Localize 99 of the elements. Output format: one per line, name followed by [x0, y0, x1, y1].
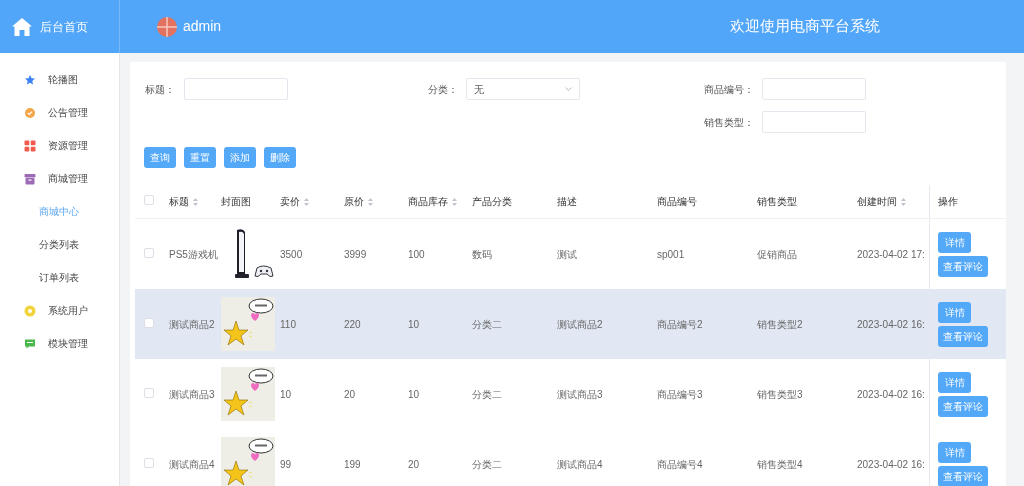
column-header: 商品编号 — [657, 195, 697, 209]
sidebar-item[interactable]: 资源管理 — [0, 129, 119, 162]
sort-icon[interactable] — [901, 197, 906, 206]
table-cell-text: 3500 — [280, 247, 303, 262]
table-cell-text: 销售类型2 — [757, 317, 803, 332]
reviews-button[interactable]: 查看评论 — [938, 325, 988, 347]
table-cell-text: 分类二 — [472, 387, 502, 402]
grid-icon — [24, 139, 36, 152]
table-cell-text: 分类二 — [472, 457, 502, 472]
table-cell-text: 110 — [280, 317, 296, 332]
column-header: 销售类型 — [757, 195, 797, 209]
table-cell-text: 199 — [344, 457, 361, 472]
field-label: 标题： — [145, 82, 175, 97]
table-cell-text: 10 — [408, 387, 420, 402]
column-header: 原价 — [344, 195, 364, 209]
action-button[interactable]: 添加 — [224, 147, 256, 168]
action-button[interactable]: 重置 — [184, 147, 216, 168]
sort-icon[interactable] — [193, 197, 198, 206]
table-cell-text: PS5游戏机 — [169, 247, 218, 262]
details-button[interactable]: 详情 — [938, 231, 971, 253]
action-button[interactable]: 删除 — [264, 147, 296, 168]
submenu-item[interactable]: 分类列表 — [0, 228, 119, 261]
checkbox[interactable] — [144, 195, 154, 205]
column-header: 描述 — [557, 195, 577, 209]
table-row[interactable]: 测试商品2 110 220 10 分类二 测试商品2 商品编号2 销售类型2 2023-04-02 16: 详情 查看评论 — [135, 289, 1006, 359]
table-cell-text: 2023-04-02 16: — [857, 317, 925, 332]
column-header: 卖价 — [280, 195, 300, 209]
sort-icon[interactable] — [452, 197, 457, 206]
sidebar-item[interactable]: 模块管理 — [0, 327, 119, 360]
checkbox[interactable] — [144, 317, 154, 328]
submenu-item[interactable]: 订单列表 — [0, 261, 119, 294]
action-button[interactable]: 查询 — [144, 147, 176, 168]
checkbox[interactable] — [144, 247, 154, 258]
sale-type-input[interactable] — [762, 111, 866, 133]
details-button[interactable]: 详情 — [938, 371, 971, 393]
submenu-item[interactable]: 商城中心 — [0, 195, 119, 228]
username: admin — [183, 17, 222, 36]
sidebar-item[interactable]: 系统用户 — [0, 294, 119, 327]
column-header: 操作 — [938, 195, 958, 209]
table-cell-text: 220 — [344, 317, 361, 332]
table-cell-text: 商品编号2 — [657, 317, 703, 332]
circle-icon — [24, 304, 36, 317]
sort-icon[interactable] — [368, 197, 373, 206]
checkbox[interactable] — [144, 387, 154, 398]
table-cell-text: 99 — [280, 457, 292, 472]
column-header: 产品分类 — [472, 195, 512, 209]
reviews-button[interactable]: 查看评论 — [938, 255, 988, 277]
chevron-down-icon — [565, 87, 572, 91]
category-select[interactable]: 无 — [466, 78, 580, 100]
table-cell-text: 测试商品2 — [169, 317, 215, 332]
sidebar-item[interactable]: 公告管理 — [0, 96, 119, 129]
table-cell-text: 20 — [408, 457, 420, 472]
table-cell-text: 销售类型3 — [757, 387, 803, 402]
table-cell-text: 测试商品2 — [557, 317, 603, 332]
checkbox[interactable] — [144, 457, 154, 468]
table-cell-text: 测试商品3 — [557, 387, 603, 402]
table-cell-text: 20 — [344, 387, 356, 402]
chat-icon — [24, 337, 36, 350]
home-link[interactable]: 后台首页 — [40, 17, 88, 36]
code-input[interactable] — [762, 78, 866, 100]
table-cell-text: 促销商品 — [757, 247, 797, 262]
column-header: 商品库存 — [408, 195, 448, 209]
reviews-button[interactable]: 查看评论 — [938, 465, 988, 486]
sidebar-item[interactable]: 商城管理 — [0, 162, 119, 195]
table-cell-text: 10 — [408, 317, 420, 332]
table-cell-text: 2023-04-02 17: — [857, 247, 925, 262]
table-cell-text: sp001 — [657, 247, 685, 262]
table-cell-text: 测试商品3 — [169, 387, 215, 402]
reviews-button[interactable]: 查看评论 — [938, 395, 988, 417]
avatar-icon[interactable] — [157, 16, 177, 37]
table-cell-text: 销售类型4 — [757, 457, 803, 472]
table-cell-text: 2023-04-02 16: — [857, 457, 925, 472]
table-cell-text: 商品编号3 — [657, 387, 703, 402]
table-cell-text: 测试 — [557, 247, 577, 262]
table-cell-text: 2023-04-02 16: — [857, 387, 925, 402]
details-button[interactable]: 详情 — [938, 301, 971, 323]
sort-icon[interactable] — [304, 197, 309, 206]
table-cell-text: 数码 — [472, 247, 492, 262]
field-label: 商品编号： — [703, 82, 755, 97]
column-header: 创建时间 — [857, 195, 897, 209]
page-title: 欢迎使用电商平台系统 — [730, 16, 880, 37]
table-cell-text: 3999 — [344, 247, 367, 262]
column-header: 标题 — [169, 195, 189, 209]
table-cell-text: 分类二 — [472, 317, 502, 332]
table-cell-text: 测试商品4 — [169, 457, 215, 472]
table-cell-text: 商品编号4 — [657, 457, 703, 472]
box-icon — [24, 172, 36, 185]
table-cell-text: 10 — [280, 387, 292, 402]
title-input[interactable] — [184, 78, 288, 100]
table-cell-text: 100 — [408, 247, 425, 262]
column-header: 封面图 — [221, 195, 251, 209]
field-label: 销售类型： — [703, 115, 755, 130]
table-cell-text: 测试商品4 — [557, 457, 603, 472]
details-button[interactable]: 详情 — [938, 441, 971, 463]
home-icon[interactable] — [12, 17, 32, 36]
sidebar-item[interactable]: 轮播图 — [0, 63, 119, 96]
star-icon — [24, 73, 36, 86]
badge-icon — [24, 106, 36, 119]
field-label: 分类： — [428, 82, 458, 97]
